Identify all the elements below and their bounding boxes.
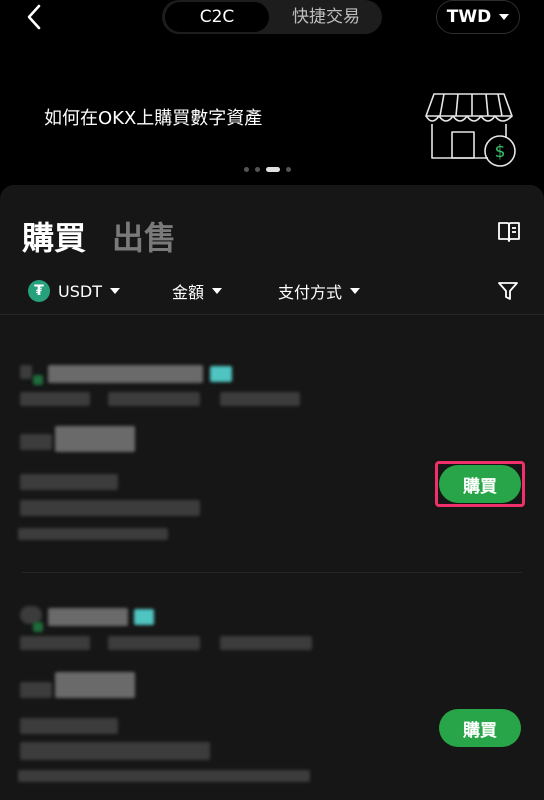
promo-banner[interactable]: 如何在OKX上購買數字資產 $ (0, 36, 544, 186)
merchant-stats (220, 392, 300, 406)
top-bar: C2C 快捷交易 TWD (0, 0, 544, 36)
chevron-down-icon (212, 288, 223, 294)
limit-info (20, 500, 200, 516)
price-currency (20, 434, 52, 450)
tab-c2c[interactable]: C2C (165, 2, 269, 32)
book-icon[interactable] (496, 219, 522, 245)
mode-segmented-control: C2C 快捷交易 (162, 0, 382, 34)
payment-methods (18, 770, 310, 782)
carousel-dots (244, 166, 291, 172)
chevron-down-icon (109, 288, 120, 294)
payment-filter[interactable]: 支付方式 (278, 273, 361, 309)
price-currency (20, 682, 52, 698)
merchant-stats (20, 392, 90, 406)
coin-filter-label: USDT (58, 281, 102, 301)
avatar (20, 365, 32, 379)
back-chevron-icon[interactable] (20, 2, 50, 32)
tab-sell[interactable]: 出售 (112, 213, 176, 259)
payment-filter-label: 支付方式 (278, 283, 343, 302)
carousel-dot[interactable] (255, 166, 260, 172)
merchant-stats (20, 636, 90, 650)
limit-info (20, 742, 210, 760)
amount-filter-label: 金額 (172, 283, 205, 302)
currency-select[interactable]: TWD (436, 0, 520, 34)
amount-filter[interactable]: 金額 (172, 273, 223, 309)
price-value (55, 426, 135, 452)
coin-filter[interactable]: ₮ USDT (28, 273, 120, 309)
chevron-down-icon (499, 14, 510, 20)
merchant-name (48, 608, 128, 626)
quantity-info (20, 474, 118, 490)
merchant-stats (108, 392, 200, 406)
tether-icon: ₮ (28, 280, 50, 302)
carousel-dot[interactable] (286, 166, 291, 172)
listing-divider (22, 572, 522, 573)
payment-methods (18, 528, 168, 540)
verified-badge-icon (33, 375, 43, 385)
funnel-filter-icon[interactable] (496, 279, 520, 303)
merchant-stats (220, 636, 312, 650)
buy-button[interactable]: 購買 (439, 465, 521, 503)
storefront-dollar-icon: $ (425, 93, 516, 167)
filter-divider (0, 314, 544, 315)
carousel-dot[interactable] (244, 166, 249, 172)
merchant-stats (108, 636, 200, 650)
merchant-badge-icon (210, 366, 232, 382)
carousel-dot-active[interactable] (266, 166, 280, 172)
filter-bar: ₮ USDT 金額 支付方式 (0, 273, 544, 309)
chevron-down-icon (350, 288, 361, 294)
currency-value: TWD (446, 7, 492, 27)
svg-text:$: $ (495, 142, 506, 162)
merchant-badge-icon (134, 609, 154, 625)
merchant-name (48, 365, 203, 383)
verified-badge-icon (33, 622, 43, 632)
banner-title: 如何在OKX上購買數字資產 (44, 108, 263, 129)
price-value (55, 672, 135, 698)
quantity-info (20, 718, 118, 734)
tab-quick-trade[interactable]: 快捷交易 (272, 0, 380, 34)
buy-button[interactable]: 購買 (439, 709, 521, 747)
tab-buy[interactable]: 購買 (22, 213, 86, 259)
